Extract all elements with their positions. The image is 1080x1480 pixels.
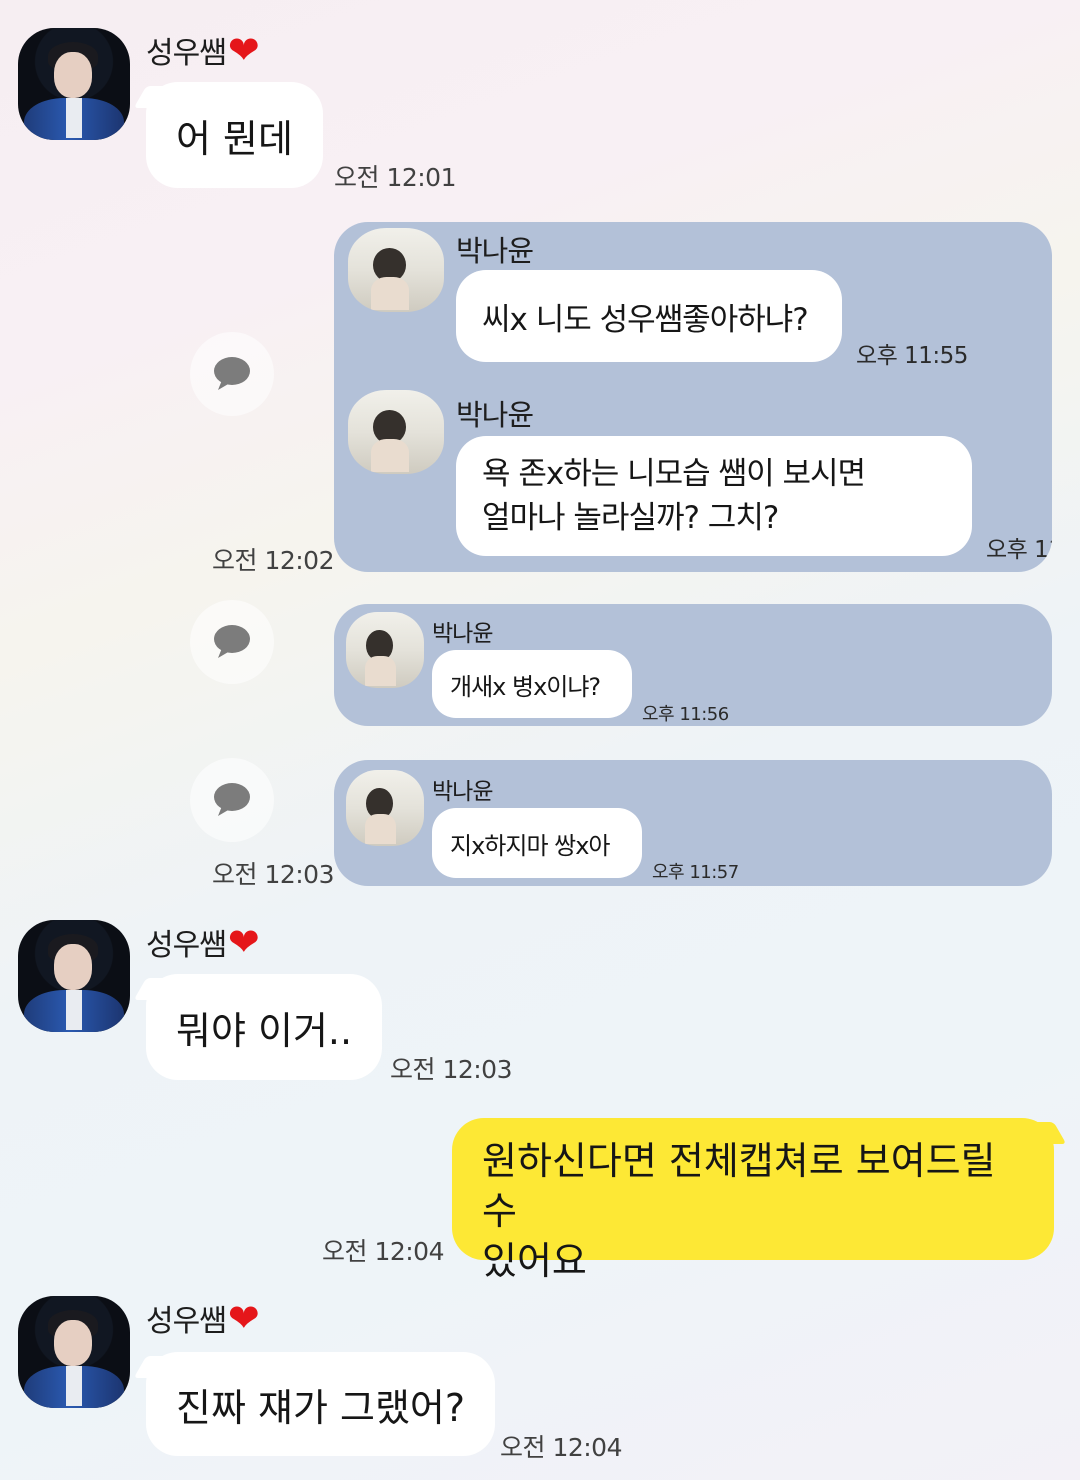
message-time: 오전 12:01 — [334, 163, 457, 192]
mini-avatar — [348, 228, 444, 312]
sender-name: 성우쌤❤ — [146, 920, 260, 964]
message-text: 있어요 — [482, 1239, 587, 1283]
speech-bubble-icon — [214, 357, 250, 390]
sender-name-text: 성우쌤 — [146, 928, 227, 963]
mini-message-time: 오후 11:56 — [642, 704, 729, 725]
speech-bubble-icon — [214, 625, 250, 658]
mini-avatar — [348, 390, 444, 474]
message-bubble[interactable]: 뭐야 이거.. — [146, 974, 383, 1080]
mini-avatar — [346, 612, 424, 688]
message-bubble[interactable]: 어 뭔데 — [146, 82, 323, 188]
mini-message-bubble: 지x하지마 쌍x아 — [432, 808, 642, 878]
mini-message-bubble: 개새x 병x이냐? — [432, 650, 632, 718]
message-time: 오전 12:03 — [212, 860, 335, 889]
mini-sender-name: 박나윤 — [456, 234, 534, 268]
message-time: 오전 12:02 — [212, 546, 335, 575]
message-text: 뭐야 이거.. — [176, 1008, 353, 1053]
mini-message-time: 오후 11: — [986, 537, 1052, 563]
teacher-avatar[interactable] — [18, 28, 130, 140]
my-message-bubble[interactable]: 원하신다면 전체캡쳐로 보여드릴수 있어요 — [452, 1118, 1054, 1283]
mini-avatar — [346, 770, 424, 846]
sender-name-text: 성우쌤 — [146, 36, 227, 71]
mini-message-bubble: 씨x 니도 성우쌤좋아하냐? — [456, 270, 842, 362]
mini-message-text: 욕 존x하는 니모습 쌤이 보시면 — [482, 456, 866, 492]
heart-icon: ❤ — [227, 28, 260, 72]
speech-bubble-icon — [214, 783, 250, 816]
message-time: 오전 12:03 — [390, 1055, 513, 1084]
message-bubble[interactable]: 진짜 쟤가 그랬어? — [146, 1352, 496, 1456]
sender-name: 성우쌤❤ — [146, 28, 260, 72]
mini-sender-name: 박나윤 — [432, 779, 493, 805]
mini-sender-name: 박나윤 — [456, 398, 534, 432]
mini-message-time: 오후 11:57 — [652, 862, 739, 883]
share-button[interactable] — [190, 600, 274, 684]
mini-sender-name: 박나윤 — [432, 621, 493, 647]
sender-name: 성우쌤❤ — [146, 1296, 260, 1340]
heart-icon: ❤ — [227, 1296, 260, 1340]
shared-screenshot[interactable]: 박나윤 개새x 병x이냐? 오후 11:56 — [334, 604, 1052, 726]
message-text: 어 뭔데 — [176, 116, 293, 161]
message-time: 오전 12:04 — [322, 1237, 445, 1266]
mini-message-time: 오후 11:55 — [856, 343, 968, 369]
message-text: 원하신다면 전체캡쳐로 보여드릴수 — [482, 1139, 996, 1233]
share-button[interactable] — [190, 758, 274, 842]
mini-message-text: 지x하지마 쌍x아 — [450, 831, 611, 860]
sender-name-text: 성우쌤 — [146, 1304, 227, 1339]
message-time: 오전 12:04 — [500, 1433, 623, 1462]
mini-message-text: 얼마나 놀라실까? 그치? — [482, 500, 779, 536]
mini-message-text: 씨x 니도 성우쌤좋아하냐? — [482, 301, 809, 338]
mini-message-text: 개새x 병x이냐? — [450, 672, 601, 701]
teacher-avatar[interactable] — [18, 1296, 130, 1408]
shared-screenshot[interactable]: 박나윤 지x하지마 쌍x아 오후 11:57 — [334, 760, 1052, 886]
shared-screenshot[interactable]: 박나윤 씨x 니도 성우쌤좋아하냐? 오후 11:55 박나윤 욕 존x하는 니… — [334, 222, 1052, 572]
share-button[interactable] — [190, 332, 274, 416]
message-text: 진짜 쟤가 그랬어? — [176, 1385, 466, 1430]
teacher-avatar[interactable] — [18, 920, 130, 1032]
mini-message-bubble: 욕 존x하는 니모습 쌤이 보시면 얼마나 놀라실까? 그치? — [456, 436, 972, 556]
heart-icon: ❤ — [227, 920, 260, 964]
